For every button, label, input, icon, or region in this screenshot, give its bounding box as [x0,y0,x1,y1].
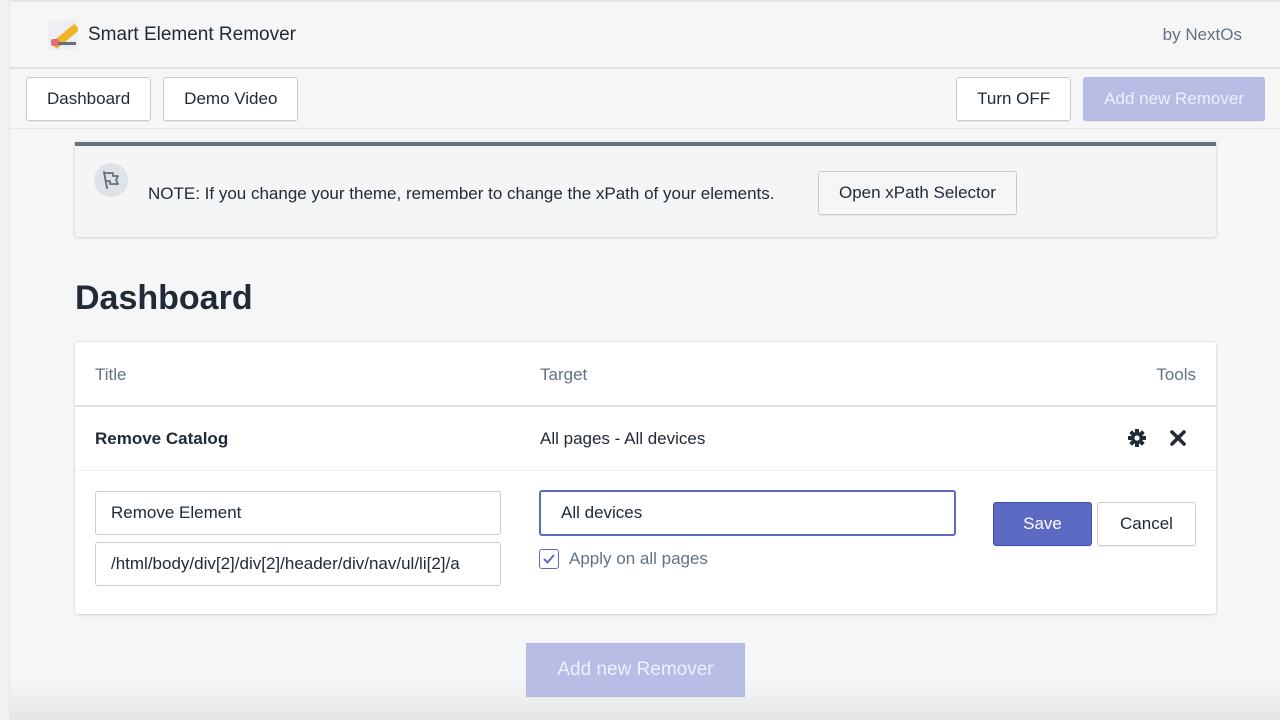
app-logo-icon [48,19,78,50]
open-xpath-selector-button[interactable]: Open xPath Selector [818,171,1017,215]
column-header-target: Target [540,365,588,384]
device-select[interactable]: All devices [539,490,956,536]
apply-all-pages-label: Apply on all pages [569,549,708,568]
save-button[interactable]: Save [993,502,1092,546]
note-text: NOTE: If you change your theme, remember… [148,184,775,203]
apply-all-pages-checkbox[interactable] [539,549,559,569]
remover-name-input[interactable]: Remove Element [95,491,501,535]
app-title: Smart Element Remover [88,23,297,45]
flag-icon [94,163,128,197]
close-icon[interactable] [1167,427,1189,449]
add-new-remover-bottom-button[interactable]: Add new Remover [526,643,745,697]
app-container: Smart Element Remover by NextOs Dashboar… [10,0,1280,720]
remover-edit-form: Remove Element /html/body/div[2]/div[2]/… [75,471,1216,611]
page-title: Dashboard [75,279,253,317]
table-header: Title Target Tools [75,342,1216,407]
demo-video-button[interactable]: Demo Video [163,76,299,121]
apply-all-pages-option[interactable]: Apply on all pages [539,549,708,569]
gear-icon[interactable] [1126,427,1148,449]
brand: Smart Element Remover [48,19,297,50]
row-title: Remove Catalog [95,429,229,448]
dashboard-button[interactable]: Dashboard [26,76,152,121]
cancel-button[interactable]: Cancel [1097,502,1196,546]
row-target: All pages - All devices [540,429,706,448]
app-header: Smart Element Remover by NextOs [10,0,1280,69]
column-header-title: Title [95,365,127,384]
window-edge [0,0,10,720]
removers-table: Title Target Tools Remove Catalog All pa… [75,342,1216,614]
note-banner: NOTE: If you change your theme, remember… [75,142,1216,237]
table-row: Remove Catalog All pages - All devices [75,407,1216,471]
turn-off-button[interactable]: Turn OFF [956,76,1072,121]
toolbar: Dashboard Demo Video Turn OFF Add new Re… [10,69,1280,129]
vendor-label: by NextOs [1162,24,1242,44]
xpath-input[interactable]: /html/body/div[2]/div[2]/header/div/nav/… [95,542,501,586]
add-new-remover-button[interactable]: Add new Remover [1083,76,1265,121]
column-header-tools: Tools [1156,365,1196,384]
